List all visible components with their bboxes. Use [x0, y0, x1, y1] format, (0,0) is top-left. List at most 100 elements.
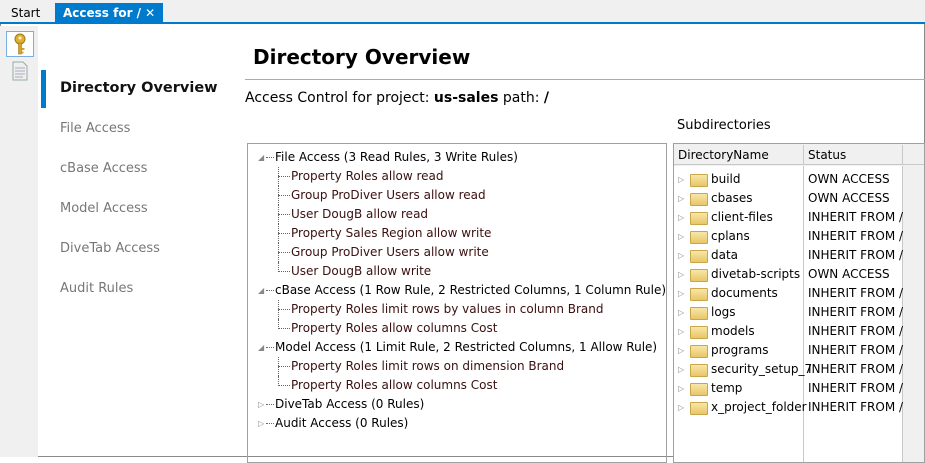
expand-icon[interactable]: ▷ [258, 395, 264, 414]
nav-item-audit-rules[interactable]: Audit Rules [60, 281, 133, 296]
directory-name: x_project_folder [711, 400, 807, 414]
nav-item-cbase-access[interactable]: cBase Access [60, 161, 147, 176]
folder-icon [690, 383, 708, 396]
folder-icon [690, 174, 708, 187]
tree-leaf[interactable]: Property Roles limit rows on dimension B… [248, 357, 666, 376]
directory-status: INHERIT FROM / [808, 248, 904, 262]
nav-item-directory-overview[interactable]: Directory Overview [60, 80, 218, 96]
folder-icon [690, 364, 708, 377]
folder-icon [690, 345, 708, 358]
expand-icon[interactable]: ▷ [678, 303, 684, 322]
tree-leaf-label: Property Roles allow columns Cost [291, 321, 498, 335]
tree-node-label: cBase Access (1 Row Rule, 2 Restricted C… [275, 283, 667, 297]
page-title: Directory Overview [253, 45, 471, 69]
folder-icon [690, 250, 708, 263]
tree-leaf[interactable]: Property Roles limit rows by values in c… [248, 300, 666, 319]
tree-leaf[interactable]: User DougB allow write [248, 262, 666, 281]
expand-icon[interactable]: ▷ [678, 227, 684, 246]
nav-active-indicator [41, 70, 46, 108]
tree-node[interactable]: ▷ Audit Access (0 Rules) [248, 414, 666, 433]
tree-leaf-label: Group ProDiver Users allow write [291, 245, 489, 259]
grid-row[interactable]: ▷ models INHERIT FROM / [674, 322, 904, 341]
grid-row[interactable]: ▷ cplans INHERIT FROM / [674, 227, 904, 246]
tree-leaf-label: Property Roles allow columns Cost [291, 378, 498, 392]
grid-row[interactable]: ▷ data INHERIT FROM / [674, 246, 904, 265]
tree-node-label: DiveTab Access (0 Rules) [275, 397, 425, 411]
expand-icon[interactable]: ▷ [678, 341, 684, 360]
expand-icon[interactable]: ▷ [678, 189, 684, 208]
directory-name: models [711, 324, 755, 338]
grid-row[interactable]: ▷ divetab-scripts OWN ACCESS [674, 265, 904, 284]
directory-name: cbases [711, 191, 753, 205]
tab-start[interactable]: Start [3, 3, 48, 24]
nav-item-file-access[interactable]: File Access [60, 121, 130, 136]
subdirectories-label: Subdirectories [677, 118, 771, 133]
tab-label: Access for / [63, 6, 142, 20]
directory-status: INHERIT FROM / [808, 324, 904, 338]
document-icon[interactable] [6, 58, 34, 84]
folder-icon [690, 231, 708, 244]
nav-item-model-access[interactable]: Model Access [60, 201, 148, 216]
key-icon[interactable] [6, 31, 34, 57]
tree-leaf-label: User DougB allow read [291, 207, 429, 221]
close-icon[interactable]: ✕ [145, 6, 155, 20]
grid-row[interactable]: ▷ client-files INHERIT FROM / [674, 208, 904, 227]
tree-leaf[interactable]: Group ProDiver Users allow read [248, 186, 666, 205]
directory-status: INHERIT FROM / [808, 286, 904, 300]
tab-access[interactable]: Access for / ✕ [55, 3, 164, 24]
nav-item-divetab-access[interactable]: DiveTab Access [60, 241, 160, 256]
column-header-status[interactable]: Status [804, 145, 903, 165]
expand-icon[interactable]: ▷ [678, 284, 684, 303]
tree-leaf[interactable]: Property Roles allow columns Cost [248, 376, 666, 395]
expand-icon[interactable]: ▷ [678, 360, 684, 379]
directory-name: security_setup_7 [711, 362, 813, 376]
expand-icon[interactable]: ▷ [678, 379, 684, 398]
collapse-icon[interactable]: ◢ [258, 281, 264, 300]
tree-leaf[interactable]: Property Roles allow read [248, 167, 666, 186]
directory-status: INHERIT FROM / [808, 229, 904, 243]
acl-prefix: Access Control for project: [245, 90, 430, 106]
tree-node[interactable]: ◢ cBase Access (1 Row Rule, 2 Restricted … [248, 281, 666, 300]
subdirectories-grid[interactable]: DirectoryName Status ▷ build OWN ACCESS ▷ cb… [673, 143, 925, 463]
access-control-line: Access Control for project: us-sales pat… [245, 90, 549, 106]
expand-icon[interactable]: ▷ [678, 246, 684, 265]
grid-row[interactable]: ▷ cbases OWN ACCESS [674, 189, 904, 208]
tree-leaf-label: User DougB allow write [291, 264, 432, 278]
expand-icon[interactable]: ▷ [678, 398, 684, 417]
grid-row[interactable]: ▷ temp INHERIT FROM / [674, 379, 904, 398]
folder-icon [690, 212, 708, 225]
tree-node[interactable]: ◢ Model Access (1 Limit Rule, 2 Restricte… [248, 338, 666, 357]
folder-icon [690, 193, 708, 206]
tree-leaf[interactable]: Group ProDiver Users allow write [248, 243, 666, 262]
expand-icon[interactable]: ▷ [678, 208, 684, 227]
collapse-icon[interactable]: ◢ [258, 338, 264, 357]
expand-icon[interactable]: ▷ [678, 322, 684, 341]
folder-icon [690, 307, 708, 320]
column-header-directoryname[interactable]: DirectoryName [674, 145, 804, 165]
expand-icon[interactable]: ▷ [678, 265, 684, 284]
expand-icon[interactable]: ▷ [678, 170, 684, 189]
path-label: path: [502, 90, 540, 106]
tree-leaf[interactable]: Property Roles allow columns Cost [248, 319, 666, 338]
tree-node[interactable]: ◢ File Access (3 Read Rules, 3 Write Rule… [248, 148, 666, 167]
grid-row[interactable]: ▷ build OWN ACCESS [674, 170, 904, 189]
directory-status: OWN ACCESS [808, 267, 890, 281]
divider [245, 79, 925, 80]
directory-name: build [711, 172, 741, 186]
grid-row[interactable]: ▷ programs INHERIT FROM / [674, 341, 904, 360]
expand-icon[interactable]: ▷ [258, 414, 264, 433]
tree-leaf[interactable]: Property Sales Region allow write [248, 224, 666, 243]
directory-name: client-files [711, 210, 773, 224]
grid-row[interactable]: ▷ logs INHERIT FROM / [674, 303, 904, 322]
grid-row[interactable]: ▷ security_setup_7 INHERIT FROM / [674, 360, 904, 379]
grid-row[interactable]: ▷ x_project_folder INHERIT FROM / [674, 398, 904, 417]
tree-leaf[interactable]: User DougB allow read [248, 205, 666, 224]
tree-node[interactable]: ▷ DiveTab Access (0 Rules) [248, 395, 666, 414]
collapse-icon[interactable]: ◢ [258, 148, 264, 167]
directory-status: INHERIT FROM / [808, 343, 904, 357]
path-value: / [543, 90, 550, 106]
access-tree[interactable]: ◢ File Access (3 Read Rules, 3 Write Rule… [247, 143, 667, 463]
tab-bar: Start Access for / ✕ [0, 0, 925, 24]
tree-leaf-label: Group ProDiver Users allow read [291, 188, 486, 202]
grid-row[interactable]: ▷ documents INHERIT FROM / [674, 284, 904, 303]
